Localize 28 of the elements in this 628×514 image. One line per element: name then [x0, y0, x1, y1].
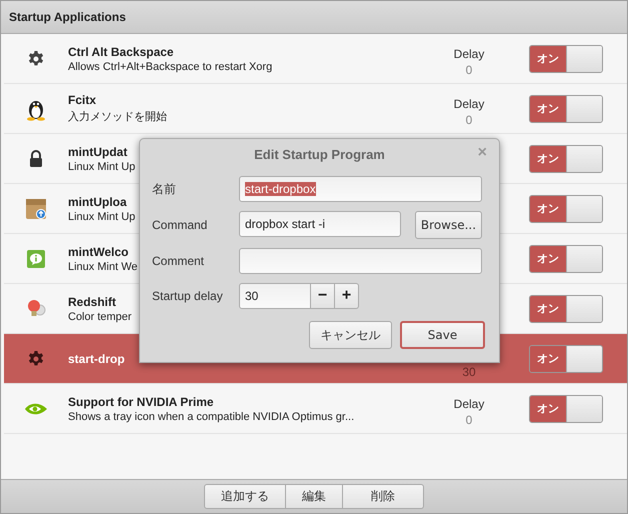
app-description: Shows a tray icon when a compatible NVIDIA Optimus gr...: [68, 410, 354, 422]
app-description: Linux Mint Up: [68, 160, 136, 172]
app-name: mintUpdat: [68, 144, 128, 158]
delay-value: 30: [462, 364, 476, 378]
field-label: 名前: [152, 180, 177, 198]
field-label: Comment: [152, 254, 206, 268]
delay-label: Delay: [454, 96, 484, 110]
app-name: Fcitx: [68, 93, 96, 107]
delay-value: 0: [466, 62, 472, 76]
app-description: 入力メソッドを開始: [68, 110, 167, 124]
app-description: Color temper: [68, 310, 132, 322]
app-description: Linux Mint Up: [68, 210, 136, 222]
delay-value: 0: [466, 412, 472, 426]
app-name: Redshift: [68, 294, 116, 308]
field-label: Startup delay: [152, 289, 224, 303]
delay-label: Delay: [454, 46, 484, 60]
app-description: Linux Mint We: [68, 260, 138, 272]
app-name: mintUploa: [68, 194, 127, 208]
app-name: Ctrl Alt Backspace: [68, 44, 174, 58]
delay-label: Delay: [454, 396, 484, 410]
app-name: mintWelco: [68, 244, 128, 258]
window-title: Startup Applications: [9, 10, 126, 24]
field-label: Command: [152, 218, 208, 232]
delay-value: 0: [466, 112, 472, 126]
dialog-title: Edit Startup Program: [254, 146, 385, 162]
app-description: Allows Ctrl+Alt+Backspace to restart Xorg: [68, 60, 272, 72]
app-name: start-drop: [68, 352, 125, 366]
app-name: Support for NVIDIA Prime: [68, 394, 214, 408]
